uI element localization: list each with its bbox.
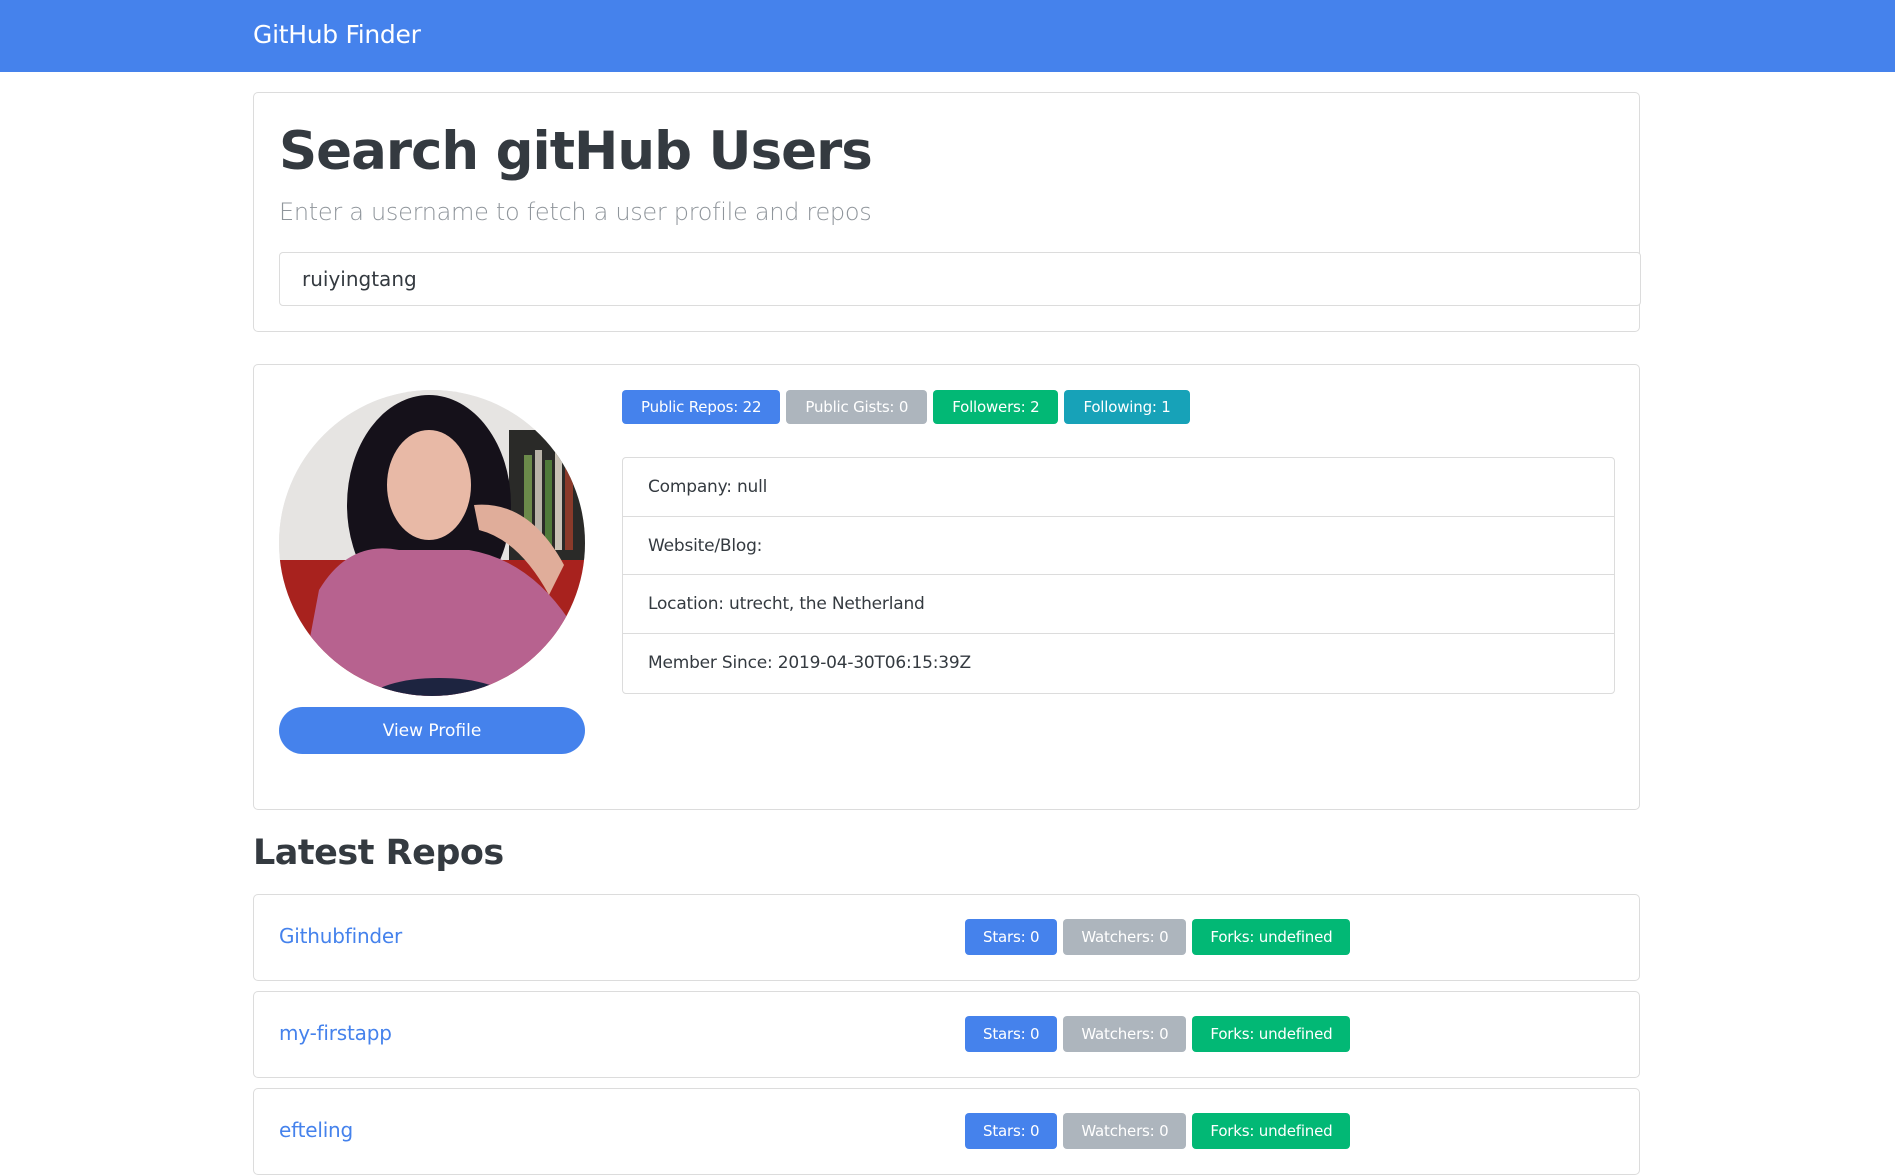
view-profile-button[interactable]: View Profile	[279, 707, 585, 754]
forks-badge: Forks: undefined	[1192, 1113, 1351, 1149]
repo-link[interactable]: efteling	[279, 1118, 353, 1142]
website-blog-item: Website/Blog:	[623, 517, 1614, 576]
forks-badge: Forks: undefined	[1192, 919, 1351, 955]
profile-details-list: Company: null Website/Blog: Location: ut…	[622, 457, 1615, 694]
following-badge: Following: 1	[1064, 390, 1190, 424]
watchers-badge: Watchers: 0	[1063, 1016, 1187, 1052]
stars-badge: Stars: 0	[965, 1113, 1058, 1149]
public-repos-badge: Public Repos: 22	[622, 390, 781, 424]
repo-link[interactable]: my-firstapp	[279, 1021, 392, 1045]
repo-badges: Stars: 0 Watchers: 0 Forks: undefined	[965, 919, 1351, 955]
repo-card: Githubfinder Stars: 0 Watchers: 0 Forks:…	[253, 894, 1640, 981]
repo-badges: Stars: 0 Watchers: 0 Forks: undefined	[965, 1016, 1351, 1052]
navbar-brand[interactable]: GitHub Finder	[253, 20, 421, 49]
forks-badge: Forks: undefined	[1192, 1016, 1351, 1052]
search-title: Search gitHub Users	[279, 121, 873, 182]
watchers-badge: Watchers: 0	[1063, 919, 1187, 955]
avatar-image	[279, 390, 585, 696]
location-item: Location: utrecht, the Netherland	[623, 575, 1614, 635]
watchers-badge: Watchers: 0	[1063, 1113, 1187, 1149]
repo-badges: Stars: 0 Watchers: 0 Forks: undefined	[965, 1113, 1351, 1149]
avatar	[279, 390, 585, 696]
member-since-item: Member Since: 2019-04-30T06:15:39Z	[648, 653, 971, 674]
public-gists-badge: Public Gists: 0	[786, 390, 928, 424]
navbar: GitHub Finder	[0, 0, 1895, 72]
search-lead: Enter a username to fetch a user profile…	[279, 198, 872, 226]
profile-card: View Profile Public Repos: 22 Public Gis…	[253, 364, 1640, 810]
stars-badge: Stars: 0	[965, 919, 1058, 955]
search-card: Search gitHub Users Enter a username to …	[253, 92, 1641, 332]
latest-repos-title: Latest Repos	[253, 833, 504, 873]
stars-badge: Stars: 0	[965, 1016, 1058, 1052]
repo-card: my-firstapp Stars: 0 Watchers: 0 Forks: …	[253, 991, 1640, 1078]
search-input[interactable]	[279, 252, 1641, 306]
followers-badge: Followers: 2	[933, 390, 1059, 424]
repo-card: efteling Stars: 0 Watchers: 0 Forks: und…	[253, 1088, 1640, 1175]
profile-stats-badges: Public Repos: 22 Public Gists: 0 Followe…	[622, 390, 1190, 424]
company-item: Company: null	[623, 458, 1614, 517]
repo-link[interactable]: Githubfinder	[279, 924, 402, 948]
